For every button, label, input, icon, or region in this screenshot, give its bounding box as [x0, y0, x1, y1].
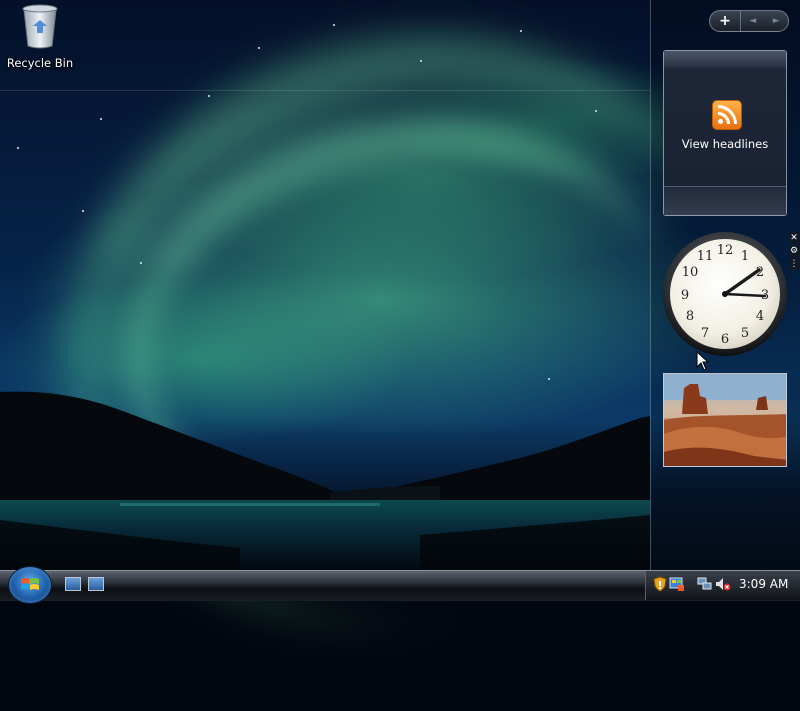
numeral-5: 5 — [741, 326, 749, 341]
rss-icon — [712, 100, 742, 130]
start-button[interactable] — [8, 566, 52, 604]
numeral-10: 10 — [682, 265, 699, 280]
clock-center — [722, 291, 728, 297]
network-icon[interactable] — [697, 576, 713, 592]
switch-windows-icon[interactable] — [88, 577, 104, 591]
gadget-toolbar: ✕ ⚙ ⋮ — [789, 232, 799, 271]
taskbar-clock[interactable]: 3:09 AM — [739, 577, 788, 591]
gadget-options-icon[interactable]: ⚙ — [789, 245, 799, 257]
feed-header-bar — [664, 51, 786, 67]
recycle-bin-label: Recycle Bin — [6, 56, 74, 70]
numeral-11: 11 — [697, 249, 714, 264]
sidebar-controls: + ◄ ► — [709, 10, 789, 32]
clock-gadget[interactable]: 12 1 2 3 4 5 6 7 8 9 10 11 — [661, 230, 789, 358]
windows-logo-icon — [21, 578, 39, 590]
mouse-pointer-icon — [696, 351, 710, 371]
numeral-9: 9 — [681, 288, 689, 303]
numeral-6: 6 — [721, 332, 729, 347]
drag-handle-icon[interactable]: ⋮ — [789, 258, 799, 270]
previous-page-button[interactable]: ◄ — [741, 11, 765, 31]
recycle-bin-icon — [22, 4, 58, 49]
numeral-8: 8 — [686, 309, 694, 324]
numeral-12: 12 — [717, 243, 734, 258]
volume-muted-icon[interactable] — [715, 576, 731, 592]
windows-update-icon[interactable] — [669, 576, 685, 592]
add-gadget-button[interactable]: + — [710, 11, 741, 31]
show-desktop-icon[interactable] — [65, 577, 81, 591]
view-headlines-link[interactable]: View headlines — [664, 137, 786, 151]
numeral-7: 7 — [701, 326, 709, 341]
feed-headlines-gadget[interactable]: View headlines — [663, 50, 787, 216]
numeral-4: 4 — [756, 309, 764, 324]
feed-footer-bar — [664, 186, 786, 215]
recycle-bin-shortcut[interactable]: Recycle Bin — [4, 2, 76, 70]
security-shield-icon[interactable] — [652, 576, 668, 592]
next-page-button[interactable]: ► — [765, 11, 789, 31]
monument-valley-photo — [664, 374, 786, 466]
close-gadget-button[interactable]: ✕ — [789, 232, 799, 244]
numeral-1: 1 — [741, 249, 749, 264]
slideshow-gadget[interactable] — [663, 373, 787, 467]
